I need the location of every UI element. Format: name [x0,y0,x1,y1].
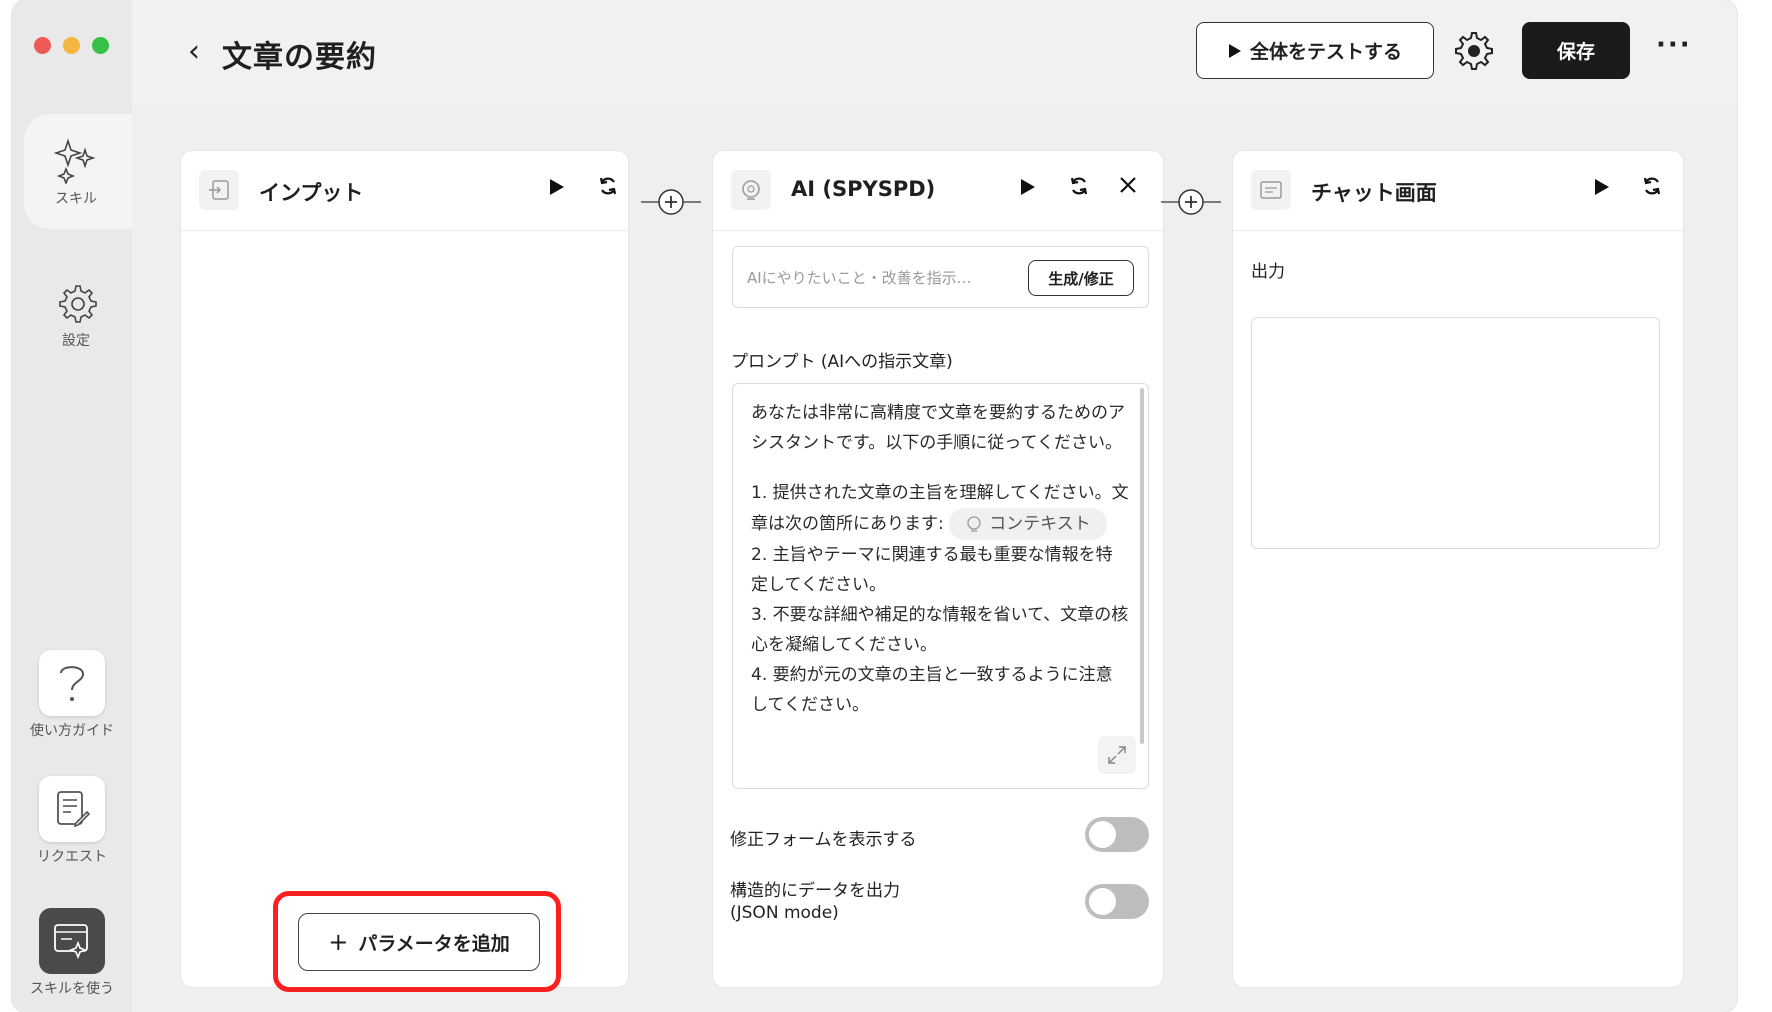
minimize-window-button[interactable] [63,37,80,54]
chat-panel: チャット画面 [1232,150,1684,988]
maximize-window-button[interactable] [92,37,109,54]
close-window-button[interactable] [34,37,51,54]
output-label: 出力 [1251,262,1285,282]
run-ai-button[interactable] [1020,177,1036,201]
input-panel: インプット [180,150,629,988]
refresh-ai-button[interactable] [1068,175,1090,203]
window-controls [34,37,109,54]
test-all-label: 全体をテストする [1249,41,1402,63]
expand-icon[interactable] [1098,736,1136,774]
ai-instruction-field[interactable]: AIにやりたいこと・改善を指示… 生成/修正 [732,246,1149,308]
ai-brain-icon [967,516,981,532]
sidebar-item-settings[interactable]: 設定 [26,282,126,350]
ai-brain-icon [731,170,771,210]
more-options-icon[interactable]: ··· [1656,30,1692,60]
prompt-step-1: 1. 提供された文章の主旨を理解してください。文章は次の箇所にあります: コンテ… [751,478,1129,540]
sidebar-item-label: スキル [55,191,97,207]
input-panel-title: インプット [259,181,364,205]
chat-panel-header: チャット画面 [1233,151,1683,231]
prompt-step-4: 4. 要約が元の文章の主旨と一致するように注意してください。 [751,665,1113,715]
sidebar-item-label: リクエスト [37,849,107,865]
prompt-step-2: 2. 主旨やテーマに関連する最も重要な情報を特定してください。 [751,545,1113,595]
add-node-connector[interactable] [641,187,701,217]
show-form-label: 修正フォームを表示する [730,830,917,850]
test-all-button[interactable]: 全体をテストする [1196,22,1434,79]
sidebar-item-use-skill[interactable]: スキルを使う [22,908,122,998]
refresh-input-button[interactable] [597,175,619,203]
context-chip[interactable]: コンテキスト [949,508,1107,540]
play-icon [1595,179,1609,195]
sidebar-item-label: 使い方ガイド [30,723,114,739]
run-chat-button[interactable] [1594,177,1610,201]
settings-gear-icon[interactable] [1452,30,1496,74]
sidebar-item-skills[interactable]: スキル [26,138,126,208]
play-icon [1021,179,1035,195]
refresh-icon [599,177,617,195]
gear-icon [59,285,97,323]
add-node-connector[interactable] [1161,187,1221,217]
back-button[interactable]: ‹ [188,34,200,69]
use-skill-icon [54,924,88,960]
chat-panel-title: チャット画面 [1311,181,1437,205]
input-panel-header: インプット [181,151,628,231]
input-icon [199,170,239,210]
generate-button[interactable]: 生成/修正 [1028,260,1134,296]
show-form-toggle[interactable] [1085,817,1149,852]
app-window: スキル 設定 使い方ガイド リクエスト スキルを使う ‹ 文章の要約 全体をテス… [12,0,1737,1012]
play-icon [550,179,564,195]
ai-instruction-placeholder: AIにやりたいこと・改善を指示… [747,269,972,287]
output-field[interactable] [1251,317,1660,549]
prompt-editor[interactable]: あなたは非常に高精度で文章を要約するためのアシスタントです。以下の手順に従ってく… [732,383,1149,789]
run-input-button[interactable] [549,177,565,201]
sparkles-icon [54,138,96,184]
request-note-icon [57,791,90,828]
play-icon [1228,43,1241,58]
refresh-chat-button[interactable] [1641,175,1663,203]
ai-panel-title[interactable]: AI (SPYSPD) [791,177,935,201]
prompt-text: あなたは非常に高精度で文章を要約するためのアシスタントです。以下の手順に従ってく… [751,398,1129,720]
json-mode-toggle[interactable] [1085,884,1149,919]
prompt-scrollbar[interactable] [1140,388,1144,744]
sidebar-item-request[interactable]: リクエスト [22,776,122,866]
question-icon [60,666,85,701]
save-button[interactable]: 保存 [1522,22,1630,79]
sidebar-item-label: スキルを使う [30,981,114,997]
prompt-step-3: 3. 不要な詳細や補足的な情報を省いて、文章の核心を凝縮してください。 [751,605,1129,655]
page-title: 文章の要約 [222,40,377,75]
prompt-label: プロンプト (AIへの指示文章) [731,352,953,372]
highlight-annotation [273,891,561,992]
ai-panel-header: AI (SPYSPD) [713,151,1163,231]
header: ‹ 文章の要約 全体をテストする 保存 ··· [132,0,1737,104]
sidebar-item-label: 設定 [62,333,90,349]
close-icon[interactable] [1118,173,1138,201]
json-mode-label: 構造的にデータを出力 (JSON mode) [730,881,900,923]
sidebar-item-guide[interactable]: 使い方ガイド [22,650,122,740]
chat-screen-icon [1251,170,1291,210]
prompt-intro: あなたは非常に高精度で文章を要約するためのアシスタントです。以下の手順に従ってく… [751,403,1125,453]
refresh-icon [1070,177,1088,195]
refresh-icon [1643,177,1661,195]
